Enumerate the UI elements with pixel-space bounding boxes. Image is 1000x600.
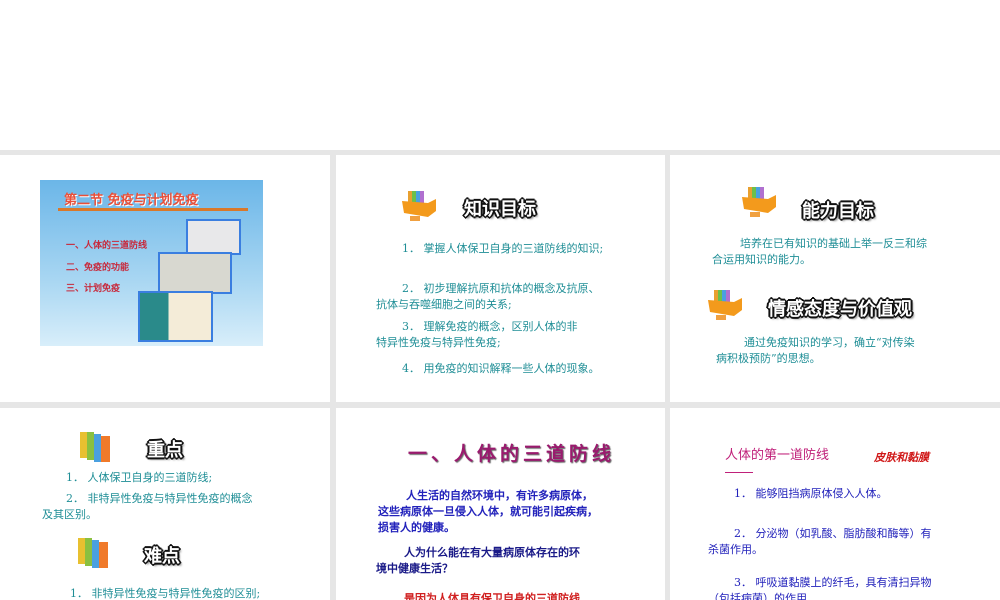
text-line: 培养在已有知识的基础上举一反三和综 [740, 237, 927, 250]
text-line: 3． 呼吸道黏膜上的纤毛，具有清扫异物 [734, 576, 932, 589]
text-line: 1． 人体保卫自身的三道防线; [66, 471, 213, 484]
books-icon [80, 432, 110, 462]
top-blank-area [0, 0, 1000, 150]
text-line: 杀菌作用。 [708, 543, 763, 556]
cover-item: 二、免疫的功能 [66, 263, 130, 273]
text-line: 合运用知识的能力。 [712, 253, 811, 266]
text-line: （包括病菌）的作用 [708, 592, 807, 600]
cover-item: 一、人体的三道防线 [66, 241, 148, 251]
text-line: 病积极预防”的思想。 [716, 352, 821, 365]
slide-title: 人体的第一道防线 [725, 448, 830, 463]
slide-heading: 知识目标 [464, 199, 536, 220]
text-line: 1． 能够阻挡病原体侵入人体。 [734, 487, 888, 500]
slide-heading: 重点 [147, 440, 183, 461]
goal-line: 抗体与吞噬细胞之间的关系; [376, 298, 512, 311]
books-box-icon [742, 187, 776, 217]
text-line: 2． 非特异性免疫与特异性免疫的概念 [66, 492, 253, 505]
text-line: 1． 非特异性免疫与特异性免疫的区别; [70, 587, 261, 600]
answer-line: 是因为人体具有保卫自身的三道防线 [404, 592, 580, 600]
cover-item: 三、计划免疫 [66, 284, 121, 294]
books-box-icon [708, 290, 742, 320]
cover-title: 第二节 免疫与计划免疫 [64, 193, 199, 208]
vaccine-box-photo [158, 252, 232, 294]
goal-line: 特异性免疫与特异性免疫; [376, 336, 501, 349]
slide-sorter-grid: 第二节 免疫与计划免疫 一、人体的三道防线 二、免疫的功能 三、计划免疫 知识目… [0, 150, 1000, 600]
text-line: 2． 分泌物（如乳酸、脂肪酸和酶等）有 [734, 527, 932, 540]
goal-line: 4． 用免疫的知识解释一些人体的现象。 [402, 362, 600, 375]
question-line: 境中健康生活？ [376, 562, 453, 575]
title-underline [725, 472, 753, 473]
slide-thumbnail-1[interactable]: 第二节 免疫与计划免疫 一、人体的三道防线 二、免疫的功能 三、计划免疫 [0, 155, 330, 402]
text-line: 及其区别。 [42, 508, 97, 521]
question-line: 人为什么能在有大量病原体存在的环 [404, 546, 580, 559]
slide-title: 一、人体的三道防线 [408, 443, 616, 465]
text-line: 通过免疫知识的学习，确立“对传染 [744, 336, 915, 349]
books-icon [78, 538, 108, 568]
slide-thumbnail-5[interactable]: 一、人体的三道防线 人生活的自然环境中，有许多病原体， 这些病原体一旦侵入人体，… [336, 408, 665, 600]
vaccine-photo [186, 219, 241, 255]
slide-thumbnail-6[interactable]: 人体的第一道防线 皮肤和黏膜 1． 能够阻挡病原体侵入人体。 2． 分泌物（如乳… [670, 408, 1000, 600]
slide-thumbnail-3[interactable]: 能力目标 培养在已有知识的基础上举一反三和综 合运用知识的能力。 情感态度与价值… [670, 155, 1000, 402]
slide-thumbnail-2[interactable]: 知识目标 1． 掌握人体保卫自身的三道防线的知识; 2． 初步理解抗原和抗体的概… [336, 155, 665, 402]
books-box-icon [402, 191, 436, 221]
goal-line: 3． 理解免疫的概念，区别人体的非 [402, 320, 578, 333]
vaccine-poster-photo [138, 291, 213, 342]
title-underline [58, 208, 248, 211]
slide-subtitle: 皮肤和黏膜 [874, 451, 929, 464]
cover-image: 第二节 免疫与计划免疫 一、人体的三道防线 二、免疫的功能 三、计划免疫 [40, 180, 263, 346]
text-line: 人生活的自然环境中，有许多病原体， [406, 489, 593, 502]
text-line: 损害人的健康。 [378, 521, 455, 534]
goal-line: 2． 初步理解抗原和抗体的概念及抗原、 [402, 282, 600, 295]
goal-line: 1． 掌握人体保卫自身的三道防线的知识; [402, 242, 604, 255]
slide-heading: 情感态度与价值观 [768, 299, 912, 320]
slide-heading: 能力目标 [802, 201, 874, 222]
slide-thumbnail-4[interactable]: 重点 1． 人体保卫自身的三道防线; 2． 非特异性免疫与特异性免疫的概念 及其… [0, 408, 330, 600]
slide-heading: 难点 [144, 546, 180, 567]
text-line: 这些病原体一旦侵入人体，就可能引起疾病， [378, 505, 598, 518]
